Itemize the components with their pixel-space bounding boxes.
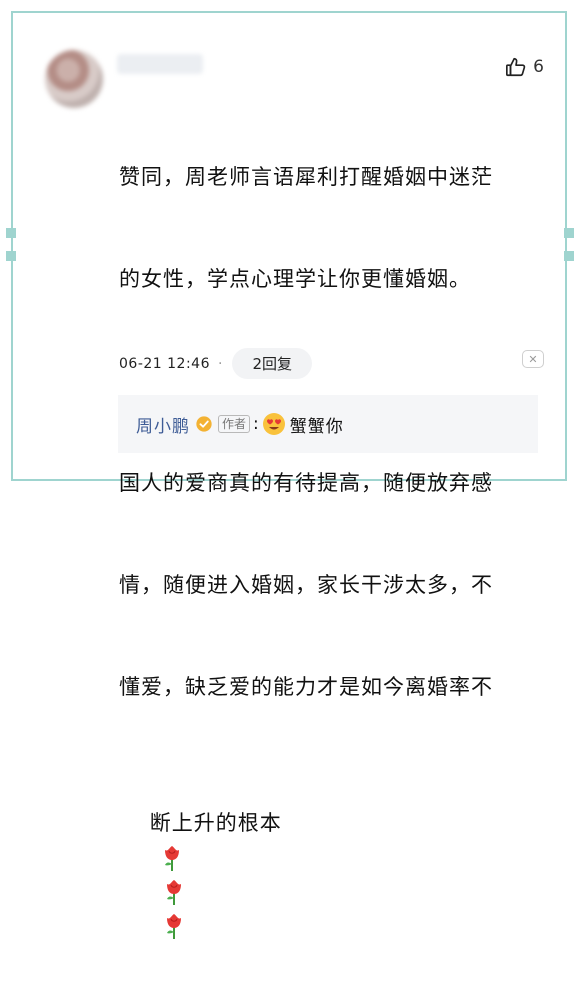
comment-line: 国人的爱商真的有待提高，随便放弃感 xyxy=(119,471,493,495)
reply-count-button[interactable]: 2回复 xyxy=(232,348,312,379)
username-redacted xyxy=(117,54,203,74)
frame-handle-right-bottom xyxy=(564,251,574,261)
close-icon: ✕ xyxy=(528,352,538,366)
comment-meta: 06-21 12:46 · 2回复 xyxy=(119,348,312,379)
reply-preview[interactable]: 周小鹏 作者 : 蟹蟹你 xyxy=(118,395,538,453)
verified-badge-icon xyxy=(196,416,212,432)
rose-emoji xyxy=(166,914,181,939)
rose-emoji xyxy=(166,880,181,905)
comment-line: 的女性，学点心理学让你更懂婚姻。 xyxy=(119,267,471,291)
frame-handle-left-top xyxy=(6,228,16,238)
close-button[interactable]: ✕ xyxy=(522,350,544,368)
comment-line: 断上升的根本 xyxy=(149,811,282,835)
like-button[interactable]: 6 xyxy=(505,56,544,78)
comment-line: 情，随便进入婚姻，家长干涉太多，不 xyxy=(119,573,493,597)
frame-handle-left-bottom xyxy=(6,251,16,261)
thumbs-up-icon xyxy=(506,57,526,77)
comment-last-line: 断上升的根本 xyxy=(119,772,559,976)
frame-handle-right-top xyxy=(564,228,574,238)
author-badge: 作者 xyxy=(218,415,251,433)
reply-text: 蟹蟹你 xyxy=(289,416,344,437)
reply-colon: : xyxy=(253,414,259,434)
meta-separator: · xyxy=(217,355,223,372)
comment-line: 赞同，周老师言语犀利打醒婚姻中迷茫 xyxy=(119,165,493,189)
like-count: 6 xyxy=(533,57,544,77)
avatar[interactable] xyxy=(45,50,103,108)
reply-author-name[interactable]: 周小鹏 xyxy=(136,412,190,437)
rose-emoji xyxy=(164,846,179,871)
comment-timestamp: 06-21 12:46 xyxy=(119,355,210,372)
heart-eyes-emoji xyxy=(262,413,285,435)
comment-body: 赞同，周老师言语犀利打醒婚姻中迷茫 的女性，学点心理学让你更懂婚姻。 国人的爱商… xyxy=(119,92,559,986)
comment-line: 懂爱，缺乏爱的能力才是如今离婚率不 xyxy=(119,675,493,699)
